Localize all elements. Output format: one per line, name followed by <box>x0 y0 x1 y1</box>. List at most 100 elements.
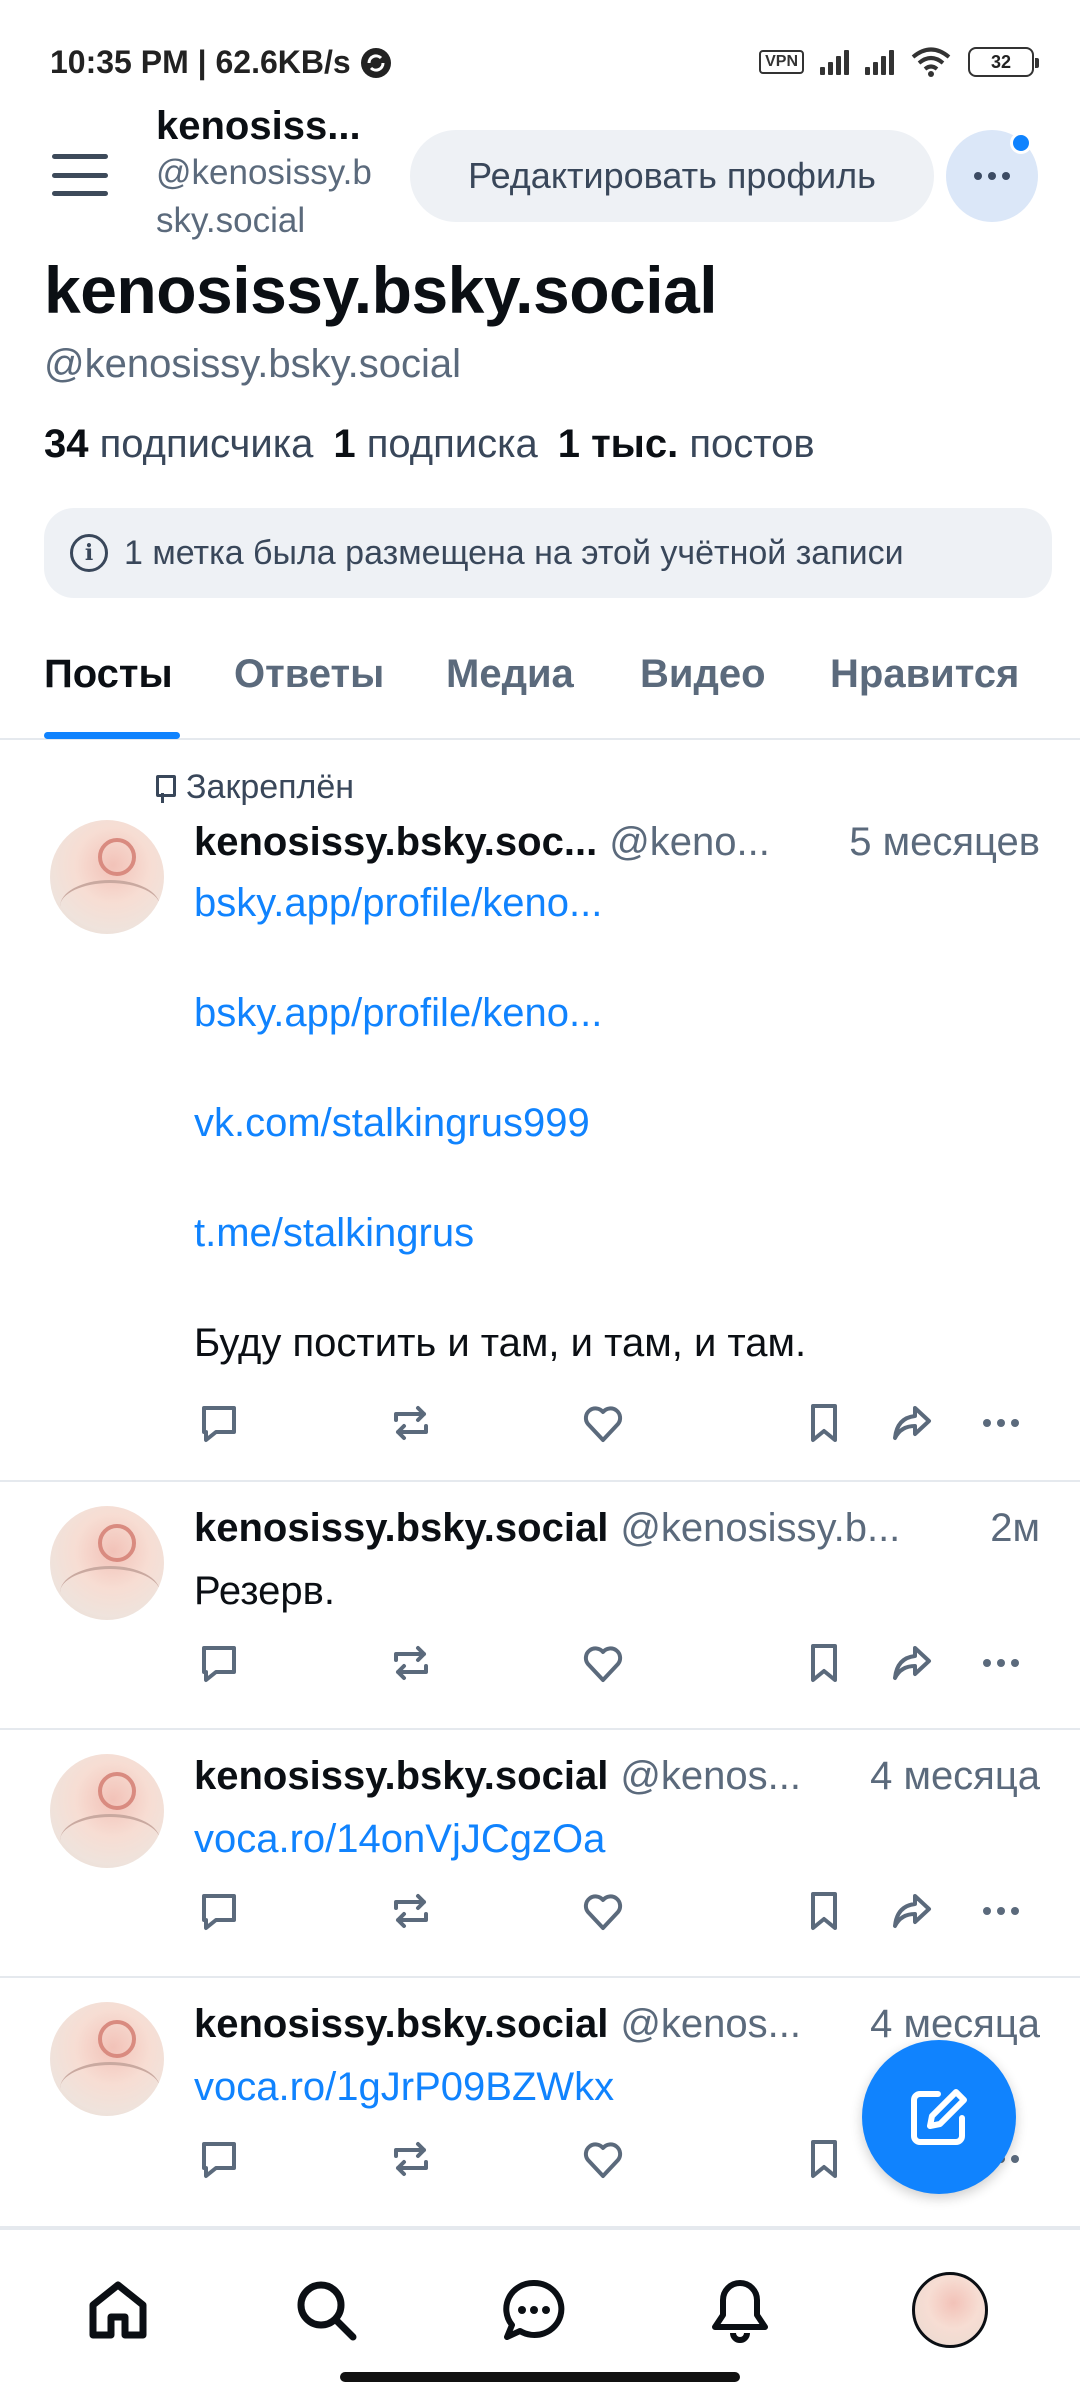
bookmark-icon <box>811 1644 837 1682</box>
post-link[interactable]: voca.ro/14onVjJCgzOa <box>194 1812 605 1866</box>
bell-icon[interactable] <box>700 2270 780 2350</box>
repost-button[interactable] <box>386 1398 436 1448</box>
post-time[interactable]: 4 месяца <box>860 1754 1040 1799</box>
post-more-button[interactable] <box>976 1886 1026 1936</box>
post-time[interactable]: 2м <box>980 1506 1040 1551</box>
ellipsis-icon <box>983 1659 1019 1667</box>
search-icon[interactable] <box>286 2270 366 2350</box>
repost-button[interactable] <box>386 2134 436 2184</box>
post-link[interactable]: voca.ro/1gJrP09BZWkx <box>194 2060 614 2114</box>
speech-bubble-icon <box>202 1406 236 1442</box>
pin-icon <box>150 773 176 803</box>
avatar[interactable] <box>50 1506 164 1620</box>
bookmark-button[interactable] <box>799 2134 849 2184</box>
post-author-handle: @kenosissy.b... <box>620 1506 901 1550</box>
compose-pencil-icon <box>911 2089 967 2145</box>
home-icon[interactable] <box>78 2270 158 2350</box>
post-meta: kenosissy.bsky.social @kenos... 4 месяца <box>194 2002 1040 2047</box>
followers-stat[interactable]: 34 подписчика <box>44 422 313 467</box>
heart-icon <box>583 1646 623 1682</box>
post-time[interactable]: 5 месяцев <box>839 820 1040 865</box>
like-button[interactable] <box>578 1638 628 1688</box>
repost-arrows-icon <box>394 1894 428 1928</box>
share-button[interactable] <box>887 1886 937 1936</box>
status-time: 10:35 PM | 62.6KB/s <box>50 44 393 81</box>
tab-replies[interactable]: Ответы <box>234 652 384 697</box>
avatar[interactable] <box>50 2002 164 2116</box>
reply-button[interactable] <box>194 1638 244 1688</box>
tab-video[interactable]: Видео <box>640 652 766 697</box>
info-icon: i <box>70 534 108 572</box>
header-names: kenosiss... @kenosissy.bsky.social <box>156 104 396 245</box>
bookmark-icon <box>811 2140 837 2178</box>
battery-level: 32 <box>990 51 1012 72</box>
following-stat[interactable]: 1 подписка <box>333 422 537 467</box>
post-author-name[interactable]: kenosissy.bsky.soc... <box>194 820 597 865</box>
post-body: bsky.app/profile/keno... bsky.app/profil… <box>194 876 806 1370</box>
header-title: kenosiss... <box>156 104 361 148</box>
compose-button[interactable] <box>862 2040 1016 2194</box>
reply-button[interactable] <box>194 1398 244 1448</box>
speech-bubble-icon <box>202 1894 236 1930</box>
status-time-text: 10:35 PM | 62.6KB/s <box>50 44 351 80</box>
post-link[interactable]: vk.com/stalkingrus999 <box>194 1096 806 1150</box>
post-author-name[interactable]: kenosissy.bsky.social <box>194 1754 608 1799</box>
profile-tabs: Посты Ответы Медиа Видео Нравится <box>0 630 1080 740</box>
post-author-handle: @kenos... <box>620 2002 802 2046</box>
profile-stats: 34 подписчика 1 подписка 1 тыс. постов <box>44 422 815 467</box>
labels-notice[interactable]: i 1 метка была размещена на этой учётной… <box>44 508 1052 598</box>
like-button[interactable] <box>578 1886 628 1936</box>
ellipsis-icon <box>983 1907 1019 1915</box>
header-handle: @kenosissy.bsky.social <box>156 153 372 240</box>
post-author-name[interactable]: kenosissy.bsky.social <box>194 1506 608 1551</box>
profile-avatar[interactable] <box>912 2272 988 2348</box>
reply-button[interactable] <box>194 1886 244 1936</box>
profile-name: kenosissy.bsky.social <box>44 253 718 327</box>
post-item[interactable]: Закреплён kenosissy.bsky.soc... @keno...… <box>0 742 1080 1482</box>
pinned-label: Закреплён <box>150 768 354 807</box>
post-link[interactable]: bsky.app/profile/keno... <box>194 876 806 930</box>
tab-posts[interactable]: Посты <box>44 652 173 697</box>
post-author-name[interactable]: kenosissy.bsky.social <box>194 2002 608 2047</box>
repost-button[interactable] <box>386 1638 436 1688</box>
bookmark-button[interactable] <box>799 1398 849 1448</box>
vpn-icon: VPN <box>759 50 804 74</box>
tab-media[interactable]: Медиа <box>446 652 574 697</box>
post-more-button[interactable] <box>976 1638 1026 1688</box>
chat-icon[interactable] <box>494 2270 574 2350</box>
menu-icon[interactable] <box>50 150 110 200</box>
post-item[interactable]: kenosissy.bsky.social @kenos... 4 месяца… <box>0 1730 1080 1978</box>
like-button[interactable] <box>578 1398 628 1448</box>
active-tab-indicator <box>44 732 180 739</box>
reply-button[interactable] <box>194 2134 244 2184</box>
heart-icon <box>583 1406 623 1442</box>
ellipsis-icon <box>974 172 982 180</box>
edit-profile-button[interactable]: Редактировать профиль <box>410 130 934 222</box>
bookmark-icon <box>811 1892 837 1930</box>
post-meta: kenosissy.bsky.social @kenos... 4 месяца <box>194 1754 1040 1799</box>
profile-handle: @kenosissy.bsky.social <box>44 342 462 386</box>
share-arrow-icon <box>893 1406 931 1440</box>
post-more-button[interactable] <box>976 1398 1026 1448</box>
post-actions <box>194 1398 1040 1458</box>
notification-dot <box>1010 132 1032 154</box>
bookmark-button[interactable] <box>799 1886 849 1936</box>
post-link[interactable]: bsky.app/profile/keno... <box>194 986 806 1040</box>
like-button[interactable] <box>578 2134 628 2184</box>
tab-likes[interactable]: Нравится <box>830 652 1019 697</box>
post-item[interactable]: kenosissy.bsky.social @kenosissy.b... 2м… <box>0 1482 1080 1730</box>
heart-icon <box>583 2142 623 2178</box>
avatar[interactable] <box>50 820 164 934</box>
post-text: Резерв. <box>194 1569 336 1613</box>
share-arrow-icon <box>893 1646 931 1680</box>
bookmark-button[interactable] <box>799 1638 849 1688</box>
avatar[interactable] <box>50 1754 164 1868</box>
post-link[interactable]: t.me/stalkingrus <box>194 1206 806 1260</box>
ellipsis-icon <box>983 1419 1019 1427</box>
post-actions <box>194 1638 1040 1698</box>
signal-icon-2 <box>865 49 894 75</box>
share-arrow-icon <box>893 1894 931 1928</box>
share-button[interactable] <box>887 1398 937 1448</box>
repost-button[interactable] <box>386 1886 436 1936</box>
share-button[interactable] <box>887 1638 937 1688</box>
